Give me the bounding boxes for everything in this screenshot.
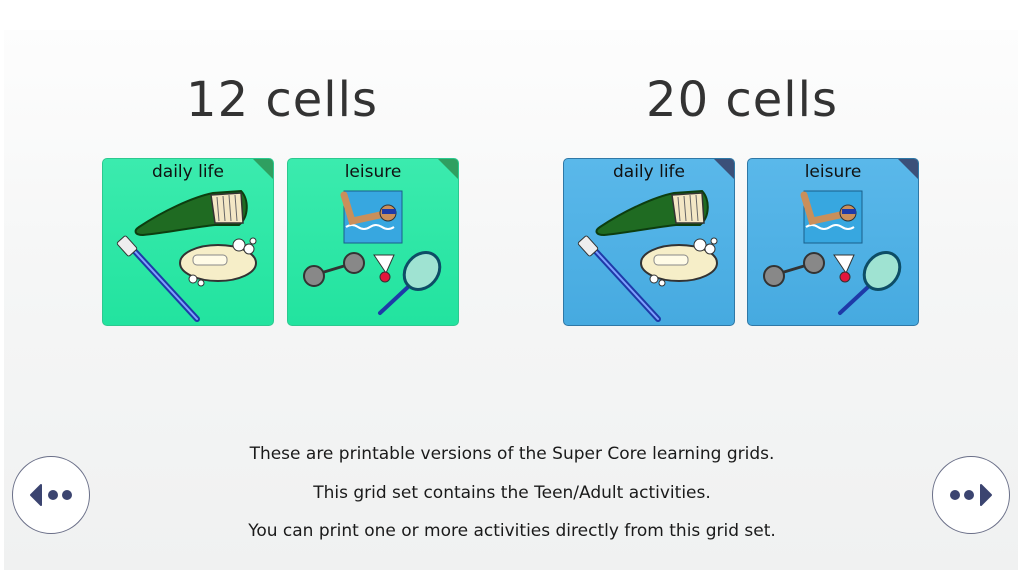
info-line-3: You can print one or more activities dir… <box>248 521 776 541</box>
hygiene-icon <box>577 189 718 322</box>
next-button[interactable] <box>932 456 1010 534</box>
info-line-2: This grid set contains the Teen/Adult ac… <box>313 483 711 503</box>
previous-button[interactable] <box>12 456 90 534</box>
sports-icon <box>303 190 442 315</box>
previous-arrow-icon <box>30 484 72 506</box>
heading-20-cells: 20 cells <box>646 72 838 128</box>
heading-12-cells: 12 cells <box>186 72 378 128</box>
hygiene-icon <box>116 189 257 322</box>
tile-20-daily-life[interactable]: daily life <box>563 158 735 326</box>
info-line-1: These are printable versions of the Supe… <box>249 444 775 464</box>
next-arrow-icon <box>950 484 992 506</box>
sports-icon <box>763 190 902 315</box>
tile-12-leisure[interactable]: leisure <box>287 158 459 326</box>
tile-20-leisure[interactable]: leisure <box>747 158 919 326</box>
tile-12-daily-life[interactable]: daily life <box>102 158 274 326</box>
